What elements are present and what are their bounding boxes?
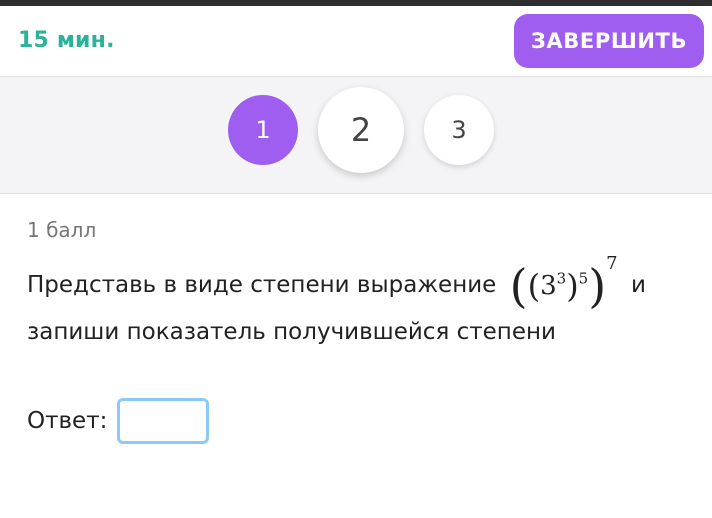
question-text: Представь в виде степени выражение ((33)…	[27, 253, 687, 355]
answer-input[interactable]	[117, 398, 210, 444]
question-1-button[interactable]: 1	[228, 95, 298, 165]
math-expression: ((33)5)7	[509, 253, 618, 313]
question-content: 1 балл Представь в виде степени выражени…	[0, 194, 712, 518]
answer-label: Ответ:	[27, 408, 108, 434]
finish-button[interactable]: ЗАВЕРШИТЬ	[514, 14, 704, 68]
expression-exp-outer: 7	[606, 253, 618, 275]
question-3-button[interactable]: 3	[424, 95, 494, 165]
expression-exp-inner: 3	[556, 269, 567, 288]
timer-label: 15 мин.	[18, 28, 115, 53]
points-label: 1 балл	[27, 218, 97, 242]
header-bar: 15 мин. ЗАВЕРШИТЬ	[0, 6, 712, 77]
question-2-button[interactable]: 2	[318, 87, 404, 173]
answer-row: Ответ:	[27, 398, 210, 444]
question-text-before: Представь в виде степени выражение	[27, 272, 497, 298]
expression-base: 3	[540, 271, 557, 301]
question-navigation: 1 2 3	[0, 77, 712, 194]
expression-exp-middle: 5	[578, 269, 589, 288]
